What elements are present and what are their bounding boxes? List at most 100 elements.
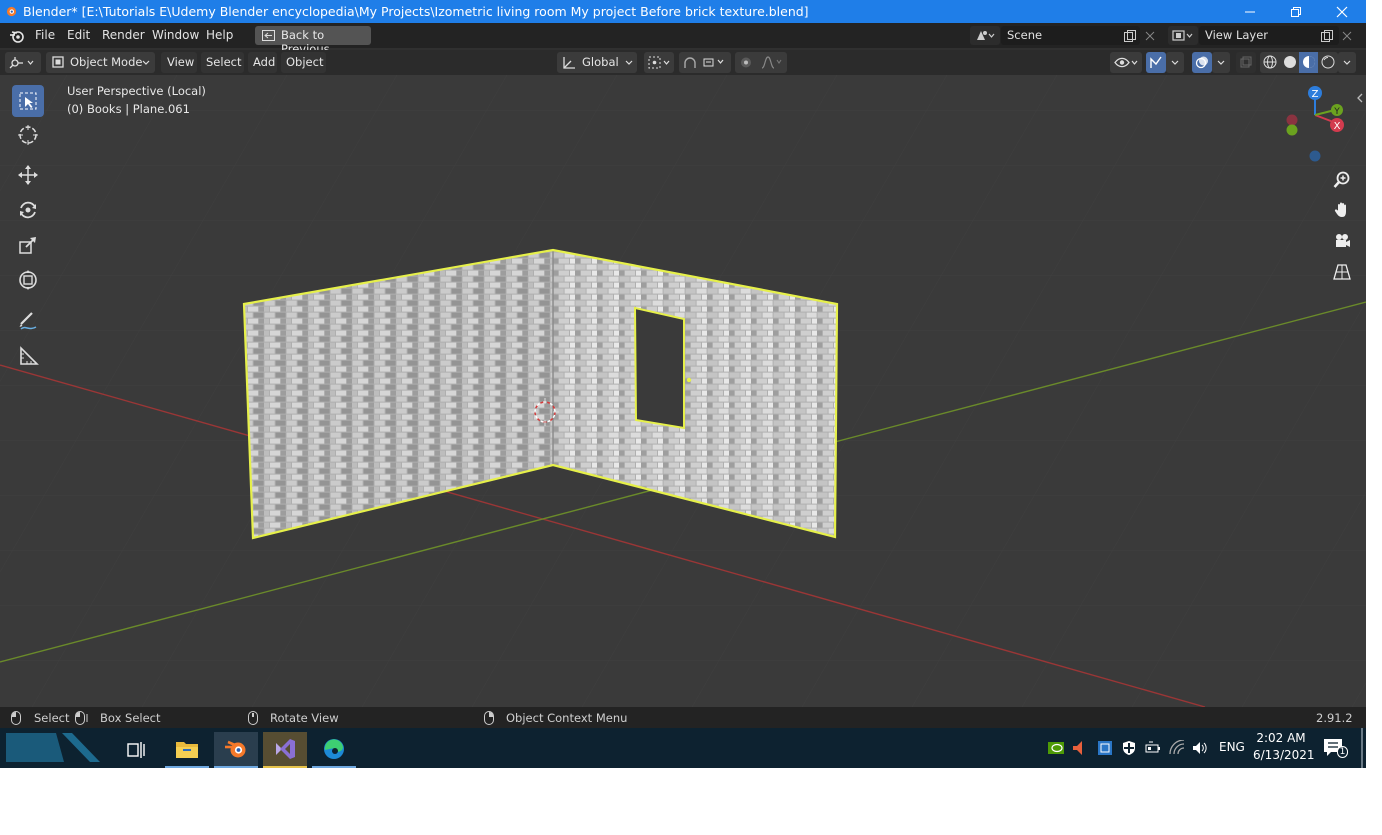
wifi-icon[interactable]	[1169, 740, 1185, 756]
transform-tool[interactable]	[12, 264, 44, 296]
toggle-perspective-button[interactable]	[1329, 259, 1355, 285]
menu-view[interactable]: View	[161, 52, 197, 73]
chevron-down-icon	[1171, 60, 1179, 65]
camera-view-button[interactable]	[1329, 228, 1355, 254]
rendered-shading-button[interactable]	[1318, 52, 1338, 73]
edge-browser-button[interactable]	[312, 732, 356, 768]
move-tool[interactable]	[12, 159, 44, 191]
top-menu-bar: File Edit Render Window Help Back to Pre…	[0, 23, 1366, 56]
scene-selector-button[interactable]	[970, 26, 1000, 45]
speaker-icon[interactable]	[1192, 740, 1208, 756]
shading-dropdown[interactable]	[1338, 52, 1356, 73]
zoom-icon	[1333, 171, 1350, 188]
close-button[interactable]	[1319, 0, 1365, 23]
object-mode-label: Object Mode	[70, 55, 143, 69]
blender-icon	[225, 740, 246, 758]
scale-tool[interactable]	[12, 229, 44, 261]
folder-icon	[176, 742, 198, 758]
menu-render[interactable]: Render	[102, 28, 145, 42]
volume-mixer-icon[interactable]	[1072, 740, 1084, 756]
status-rotate-view: Rotate View	[270, 711, 339, 725]
blender-taskbar-button[interactable]	[214, 732, 258, 768]
overlays-dropdown[interactable]	[1212, 52, 1230, 73]
menu-help[interactable]: Help	[206, 28, 233, 42]
gizmo-toggle-button[interactable]	[1146, 52, 1166, 73]
transform-icon	[19, 270, 37, 290]
object-mode-dropdown[interactable]: Object Mode	[46, 52, 155, 73]
status-select: Select	[34, 711, 70, 725]
scene-name: Scene	[1007, 28, 1043, 42]
notification-center-button[interactable]: 1	[1322, 737, 1348, 759]
sidebar-toggle-icon[interactable]	[1356, 93, 1364, 103]
security-shield-icon[interactable]	[1121, 740, 1137, 756]
viewport-header: Object Mode View Select Add Object Globa…	[0, 50, 1366, 75]
pivot-point-dropdown[interactable]	[644, 52, 674, 73]
measure-icon	[20, 346, 39, 365]
3d-viewport[interactable]: User Perspective (Local) (0) Books | Pla…	[0, 75, 1366, 707]
new-scene-icon[interactable]	[1124, 30, 1136, 42]
file-explorer-button[interactable]	[165, 732, 209, 768]
visual-studio-button[interactable]	[263, 732, 307, 768]
select-box-tool[interactable]	[12, 85, 44, 117]
new-view-layer-icon[interactable]	[1321, 30, 1333, 42]
show-desktop-button[interactable]	[1361, 728, 1363, 768]
material-preview-icon	[1303, 56, 1315, 68]
nvidia-icon[interactable]	[1048, 741, 1064, 755]
menu-add[interactable]: Add	[248, 52, 277, 73]
back-to-previous-button[interactable]: Back to Previous	[255, 26, 371, 56]
menu-object-label: Object	[286, 55, 324, 69]
snapping-group[interactable]	[679, 52, 731, 73]
network-adapter-icon[interactable]	[1097, 740, 1113, 756]
solid-shading-button[interactable]	[1280, 52, 1299, 73]
task-view-button[interactable]	[114, 732, 158, 768]
menu-file[interactable]: File	[35, 28, 55, 42]
menu-object[interactable]: Object	[281, 52, 326, 73]
measure-tool[interactable]	[12, 340, 44, 372]
proportional-editing-group[interactable]	[735, 52, 787, 73]
xray-toggle-button[interactable]	[1236, 52, 1256, 73]
gizmo-dropdown[interactable]	[1166, 52, 1184, 73]
minimize-button[interactable]	[1227, 0, 1273, 23]
clock[interactable]: 2:02 AM 6/13/2021	[1253, 731, 1315, 765]
delete-scene-icon[interactable]	[1145, 31, 1155, 41]
wireframe-shading-button[interactable]	[1260, 52, 1280, 73]
delete-view-layer-icon[interactable]	[1342, 31, 1352, 41]
annotate-tool[interactable]	[12, 305, 44, 337]
menu-select[interactable]: Select	[201, 52, 244, 73]
menu-add-label: Add	[253, 55, 276, 69]
visual-studio-icon	[276, 739, 295, 759]
back-icon	[262, 30, 275, 41]
rotate-tool[interactable]	[12, 194, 44, 226]
object-visibility-dropdown[interactable]	[1110, 52, 1142, 73]
restore-button[interactable]	[1273, 0, 1319, 23]
xray-icon	[1240, 56, 1252, 68]
menu-edit[interactable]: Edit	[67, 28, 90, 42]
overlays-toggle-button[interactable]	[1192, 52, 1212, 73]
blender-menu-icon[interactable]	[9, 29, 25, 43]
minimize-icon	[1245, 11, 1255, 12]
navigation-gizmo[interactable]: Z Y X	[1283, 83, 1353, 165]
menu-window[interactable]: Window	[152, 28, 199, 42]
battery-icon[interactable]	[1145, 741, 1161, 755]
view-layer-icon	[1172, 30, 1193, 41]
zoom-button[interactable]	[1329, 167, 1355, 193]
scene-name-field[interactable]: Scene	[1001, 26, 1140, 45]
pan-button[interactable]	[1329, 197, 1355, 223]
gizmo-x-label: X	[1334, 121, 1341, 132]
editor-type-button[interactable]	[5, 52, 41, 73]
view-layer-selector-button[interactable]	[1168, 26, 1198, 45]
3d-viewport-icon	[9, 57, 34, 69]
start-logo-icon	[6, 733, 108, 762]
start-button[interactable]	[4, 731, 108, 764]
view-layer-name: View Layer	[1205, 28, 1269, 42]
view-layer-name-field[interactable]: View Layer	[1199, 26, 1339, 45]
gizmo-z-label: Z	[1312, 89, 1319, 100]
chevron-down-icon	[1343, 60, 1351, 65]
transform-orientation-dropdown[interactable]: Global	[557, 52, 637, 73]
restore-icon	[1291, 6, 1301, 17]
material-preview-button[interactable]	[1299, 52, 1318, 73]
object-mode-icon	[52, 56, 64, 68]
input-language[interactable]: ENG	[1219, 740, 1245, 754]
proportional-editing-icon	[741, 56, 782, 69]
cursor-tool[interactable]	[12, 119, 44, 151]
